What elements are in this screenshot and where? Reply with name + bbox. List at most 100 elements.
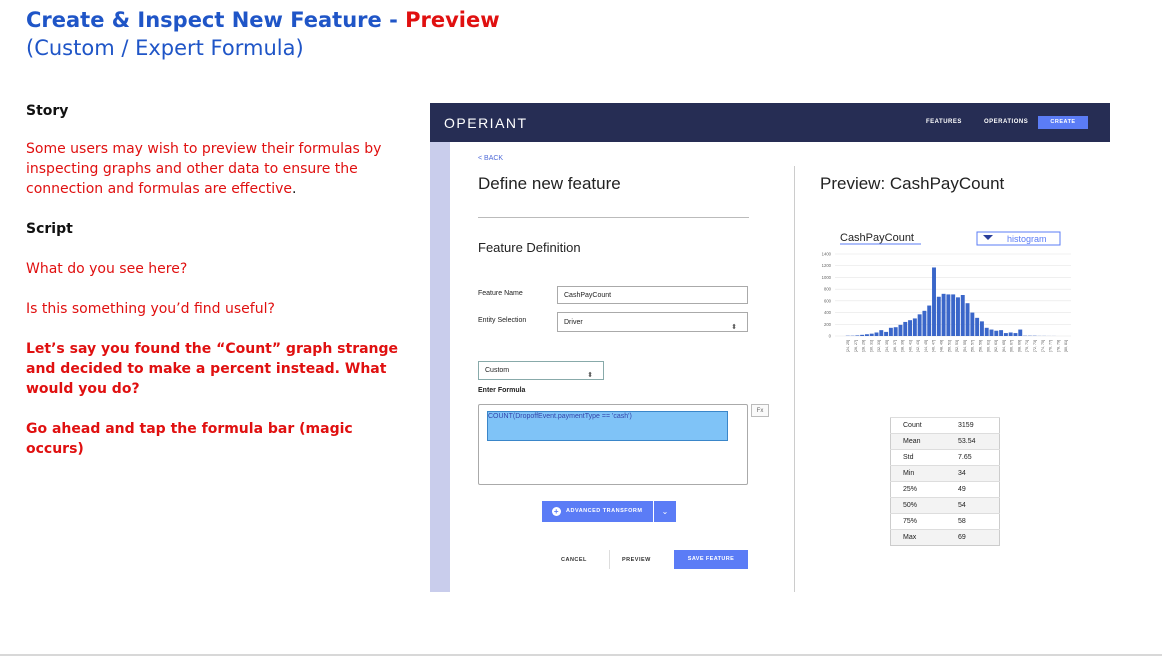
- x-tick-label: [54, 55]: [963, 340, 967, 352]
- histogram-bar: [912, 318, 917, 336]
- plus-circle-icon: +: [552, 507, 561, 516]
- x-tick-label: [32, 33]: [877, 340, 881, 352]
- slide-title-highlight: Preview: [405, 8, 500, 32]
- histogram-bar: [869, 333, 874, 336]
- x-tick-label: [58, 59]: [978, 340, 982, 352]
- x-tick-label: [44, 45]: [924, 340, 928, 352]
- preview-button[interactable]: PREVIEW: [622, 557, 651, 563]
- formula-selection[interactable]: COUNT(DropoffEvent.paymentType == 'cash'…: [487, 411, 728, 441]
- formula-text: COUNT(DropoffEvent.paymentType == 'cash'…: [488, 413, 632, 420]
- histogram-bar: [917, 314, 922, 336]
- nav-create-button[interactable]: CREATE: [1038, 116, 1088, 129]
- histogram-bar: [984, 327, 989, 336]
- formula-mode-select[interactable]: Custom ⬍: [478, 361, 604, 380]
- y-tick-label: 200: [824, 322, 832, 327]
- histogram-bar: [898, 324, 903, 336]
- x-tick-label: [36, 37]: [893, 340, 897, 352]
- chart-type-value: histogram: [1007, 234, 1047, 244]
- stat-label: 75%: [890, 513, 947, 530]
- stat-value: 58: [946, 513, 1000, 530]
- save-feature-button[interactable]: SAVE FEATURE: [674, 550, 748, 569]
- histogram-bar: [989, 329, 994, 336]
- entity-selection-label: Entity Selection: [478, 317, 527, 324]
- x-tick-label: [38, 39]: [901, 340, 905, 352]
- stat-value: 54: [946, 497, 1000, 514]
- x-tick-label: [60, 61]: [986, 340, 990, 352]
- x-tick-label: [48, 49]: [940, 340, 944, 352]
- story-body: Some users may wish to preview their for…: [26, 141, 382, 197]
- back-link[interactable]: < BACK: [478, 155, 503, 162]
- nav-features[interactable]: FEATURES: [926, 119, 962, 125]
- script-label: Script: [26, 221, 73, 237]
- histogram-bar: [903, 321, 908, 336]
- nav-operations[interactable]: OPERATIONS: [984, 119, 1028, 125]
- y-tick-label: 600: [824, 298, 832, 303]
- cancel-button[interactable]: CANCEL: [561, 557, 587, 563]
- y-tick-label: 0: [829, 334, 832, 339]
- histogram-bar: [951, 294, 956, 336]
- histogram-bar: [941, 293, 946, 336]
- histogram-bar: [908, 320, 913, 336]
- histogram-bar: [936, 296, 941, 336]
- histogram-chart: CashPayCount histogram 0 200 400 600 800 1000 12…: [822, 231, 1071, 352]
- stat-value: 69: [946, 529, 1000, 546]
- x-tick-label: [50, 51]: [947, 340, 951, 352]
- stats-row: 25% 49: [890, 481, 1000, 498]
- y-tick-label: 1200: [822, 263, 832, 268]
- y-tick-label: 1400: [822, 252, 832, 257]
- formula-editor[interactable]: COUNT(DropoffEvent.paymentType == 'cash'…: [478, 404, 748, 485]
- stats-row: Min 34: [890, 465, 1000, 482]
- x-tick-label: [72, 73]: [1033, 340, 1037, 352]
- histogram-bar: [874, 332, 879, 336]
- stats-row: Count 3159: [890, 417, 1000, 434]
- feature-name-input[interactable]: CashPayCount: [557, 286, 748, 304]
- x-tick-label: [68, 69]: [1017, 340, 1021, 352]
- histogram-bar: [860, 334, 865, 336]
- side-strip: [430, 142, 450, 592]
- advanced-transform-button[interactable]: + ADVANCED TRANSFORM: [542, 501, 653, 522]
- x-tick-label: [30, 31]: [869, 340, 873, 352]
- histogram-bar: [970, 312, 975, 336]
- stat-value: 3159: [946, 417, 1000, 434]
- stats-row: Mean 53.54: [890, 433, 1000, 450]
- histogram-bar: [956, 297, 960, 336]
- story-end: .: [292, 181, 297, 197]
- stats-row: Std 7.65: [890, 449, 1000, 466]
- enter-formula-label: Enter Formula: [478, 387, 526, 394]
- x-tick-label: [62, 63]: [994, 340, 998, 352]
- y-tick-label: 400: [824, 310, 832, 315]
- histogram-bar: [864, 334, 869, 336]
- script-question-3: Let’s say you found the “Count” graph st…: [26, 341, 399, 397]
- stat-label: Mean: [890, 433, 947, 450]
- advanced-transform-dropdown[interactable]: ⌄: [654, 501, 676, 522]
- histogram-bar: [879, 330, 884, 336]
- feature-name-label: Feature Name: [478, 290, 523, 297]
- x-tick-label: [78, 79]: [1056, 340, 1060, 352]
- stat-value: 49: [946, 481, 1000, 498]
- chevron-down-icon: ⌄: [661, 507, 669, 516]
- title-divider: [478, 217, 749, 218]
- histogram-bar: [960, 295, 965, 336]
- advanced-transform-label: ADVANCED TRANSFORM: [566, 508, 643, 514]
- x-tick-label: [40, 41]: [908, 340, 912, 352]
- histogram-bar: [975, 317, 980, 336]
- fx-button[interactable]: Fx: [751, 404, 769, 417]
- stat-value: 7.65: [946, 449, 1000, 466]
- x-tick-label: [74, 75]: [1041, 340, 1045, 352]
- chart-title: CashPayCount: [840, 232, 914, 244]
- x-tick-label: [64, 65]: [1002, 340, 1006, 352]
- stat-label: Min: [890, 465, 947, 482]
- slide-bottom-border: [0, 654, 1162, 656]
- histogram-bar: [965, 303, 970, 336]
- script-question-2: Is this something you’d find useful?: [26, 301, 275, 317]
- x-tick-label: [66, 67]: [1010, 340, 1014, 352]
- histogram-bar: [888, 327, 893, 336]
- entity-select[interactable]: Driver ⬍: [557, 312, 748, 332]
- operiant-logo: OPERIANT: [444, 115, 528, 131]
- preview-title: Preview: CashPayCount: [820, 174, 1005, 193]
- script-question-1: What do you see here?: [26, 261, 188, 277]
- stat-label: Count: [890, 417, 947, 434]
- histogram-bar: [1003, 333, 1008, 336]
- histogram-bar: [979, 321, 984, 336]
- x-tick-label: [52, 53]: [955, 340, 959, 352]
